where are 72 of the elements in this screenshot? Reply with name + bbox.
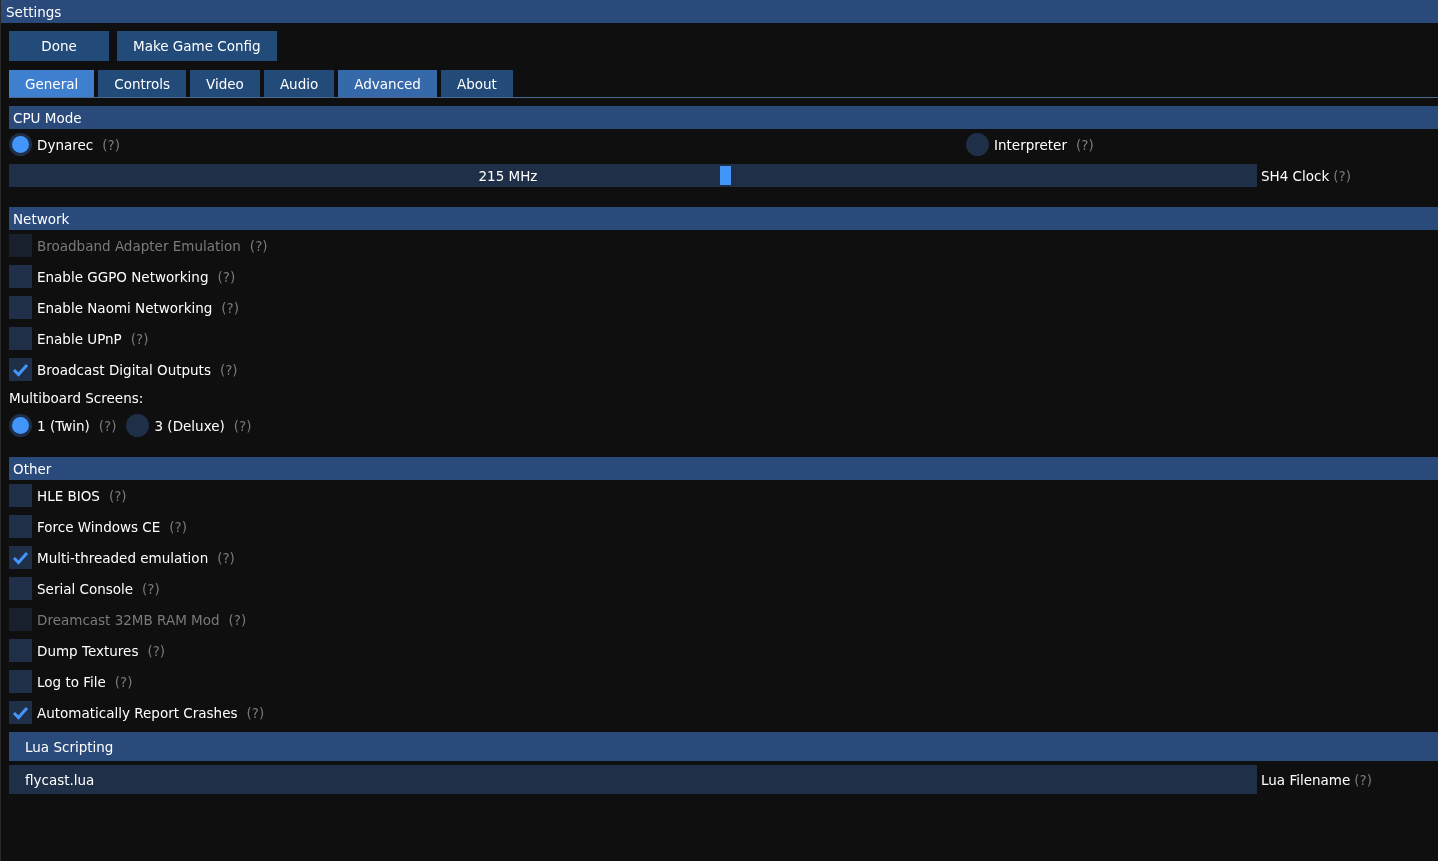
section-header: Network [9, 207, 1438, 230]
checkmark-icon [12, 362, 29, 377]
tab[interactable]: General [9, 70, 95, 97]
checkbox-label: Log to File [37, 673, 106, 690]
checkbox[interactable] [9, 515, 32, 538]
checkmark-icon [12, 550, 29, 565]
checkbox-label: Enable Naomi Networking [37, 299, 213, 316]
toolbar-button[interactable]: Done [9, 31, 109, 61]
group-label: Multiboard Screens: [9, 389, 144, 406]
checkbox-label: HLE BIOS [37, 487, 100, 504]
radio-button[interactable] [9, 133, 32, 156]
help-marker[interactable]: (?) [1354, 771, 1372, 788]
checkbox-label: Serial Console [37, 580, 134, 597]
section-header[interactable]: Lua Scripting [9, 732, 1438, 761]
checkbox[interactable] [9, 484, 32, 507]
help-marker[interactable]: (?) [130, 330, 149, 347]
radio-button[interactable] [126, 414, 150, 437]
radio-button[interactable] [9, 414, 32, 437]
checkbox[interactable] [9, 670, 32, 693]
tab[interactable]: About [440, 70, 513, 97]
tab[interactable]: Advanced [338, 70, 437, 97]
slider-label: SH4 Clock [1261, 167, 1330, 184]
section-header: CPU Mode [9, 106, 1438, 129]
checkbox[interactable] [9, 327, 32, 350]
help-marker[interactable]: (?) [147, 642, 166, 659]
help-marker[interactable]: (?) [98, 417, 117, 434]
slider[interactable]: 215 MHz [9, 164, 1257, 187]
tab[interactable]: Audio [263, 70, 335, 97]
radio-label: Interpreter [994, 136, 1067, 153]
checkbox[interactable] [9, 265, 32, 288]
window-title: Settings [6, 3, 62, 20]
checkbox-label: Broadband Adapter Emulation [37, 237, 241, 254]
toolbar-button[interactable]: Make Game Config [117, 31, 277, 61]
help-marker[interactable]: (?) [142, 580, 160, 597]
checkbox[interactable] [9, 701, 32, 724]
radio-button[interactable] [966, 133, 989, 156]
checkbox-label: Dump Textures [37, 642, 139, 659]
checkbox-label: Dreamcast 32MB RAM Mod [37, 611, 220, 628]
checkbox[interactable] [9, 577, 32, 600]
help-marker[interactable]: (?) [108, 487, 127, 504]
checkbox-label: Enable GGPO Networking [37, 268, 209, 285]
slider-thumb[interactable] [720, 166, 732, 185]
checkbox[interactable] [9, 639, 32, 662]
checkbox[interactable] [9, 296, 32, 319]
checkbox-label: Force Windows CE [37, 518, 161, 535]
checkbox-label: Enable UPnP [37, 330, 122, 347]
help-marker[interactable]: (?) [217, 268, 236, 285]
help-marker[interactable]: (?) [246, 704, 265, 721]
radio-label: 1 (Twin) [37, 417, 90, 434]
slider-value: 215 MHz [478, 167, 538, 184]
checkbox-label: Automatically Report Crashes [37, 704, 238, 721]
checkmark-icon [12, 705, 29, 720]
help-marker[interactable]: (?) [1075, 136, 1094, 153]
help-marker[interactable]: (?) [219, 361, 238, 378]
section-header: Other [9, 457, 1438, 480]
help-marker[interactable]: (?) [217, 549, 235, 566]
checkbox[interactable] [9, 546, 32, 569]
help-marker[interactable]: (?) [1333, 167, 1351, 184]
checkbox-label: Multi-threaded emulation [37, 549, 209, 566]
help-marker[interactable]: (?) [233, 417, 252, 434]
field-label: Lua Filename [1261, 771, 1351, 788]
checkbox-label: Broadcast Digital Outputs [37, 361, 211, 378]
checkbox[interactable] [9, 358, 32, 381]
radio-label: 3 (Deluxe) [154, 417, 225, 434]
help-marker[interactable]: (?) [221, 299, 240, 316]
tab[interactable]: Video [190, 70, 260, 97]
help-marker[interactable]: (?) [102, 136, 120, 153]
input-field[interactable]: flycast.lua [9, 765, 1257, 794]
radio-label: Dynarec [37, 136, 94, 153]
help-marker[interactable]: (?) [169, 518, 188, 535]
tab[interactable]: Controls [98, 70, 187, 97]
help-marker[interactable]: (?) [114, 673, 133, 690]
